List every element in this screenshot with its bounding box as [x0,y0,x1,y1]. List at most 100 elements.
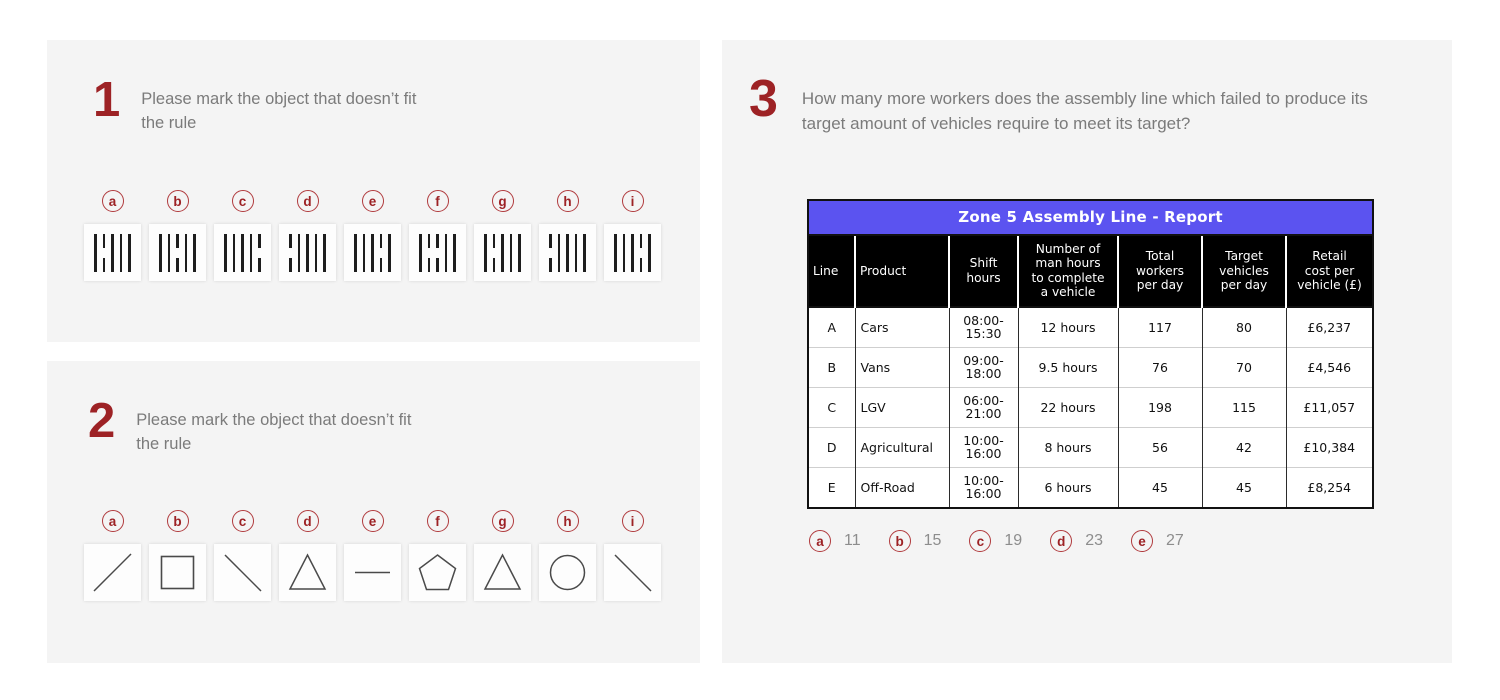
option-value-b: 15 [923,532,942,549]
option-badge-c[interactable]: c [231,510,254,532]
option-h[interactable]: h [539,190,596,281]
option-badge-c[interactable]: c [231,190,254,212]
option-c[interactable]: c 19 [969,530,1022,552]
option-badge-a[interactable]: a [101,510,124,532]
table-row: C LGV 06:00- 21:00 22 hours 198 115 £11,… [809,386,1372,428]
option-a[interactable]: a [84,190,141,281]
pentagon-icon [418,554,457,591]
cell-man-hours: 8 hours [1018,426,1119,468]
option-f[interactable]: f [409,510,466,601]
cell-target-vehicles: 42 [1202,426,1287,468]
option-badge-e[interactable]: e [1131,530,1153,552]
cell-total-workers: 76 [1118,346,1203,388]
bars-tile-f[interactable] [409,224,466,281]
bars-tile-i[interactable] [604,224,661,281]
option-badge-e[interactable]: e [361,190,384,212]
option-a[interactable]: a 11 [809,530,861,552]
option-c[interactable]: c [214,510,271,601]
shape-tile-g[interactable] [474,544,531,601]
option-b[interactable]: b 15 [888,530,942,552]
option-badge-b[interactable]: b [888,530,911,552]
bars-tile-d[interactable] [279,224,336,281]
option-badge-d[interactable]: d [296,190,319,212]
bars-tile-c[interactable] [214,224,271,281]
option-b[interactable]: b [149,190,206,281]
option-b[interactable]: b [149,510,206,601]
option-badge-e[interactable]: e [361,510,384,532]
option-badge-b[interactable]: b [166,190,189,212]
question-1-number: 1 [93,73,120,127]
option-badge-g[interactable]: g [491,510,514,532]
bar [501,233,504,272]
bars-tile-e[interactable] [344,224,401,281]
column-header-total-workers: Total workers per day [1118,235,1203,307]
bars-tile-g[interactable] [474,224,531,281]
bars-tile-a[interactable] [84,224,141,281]
shape-tile-c[interactable] [214,544,271,601]
bars-figure [409,224,466,281]
bar [249,233,253,272]
shape-tile-d[interactable] [279,544,336,601]
worksheet-page: 1 Please mark the object that doesn’t fi… [0,0,1500,700]
option-i[interactable]: i [604,510,661,601]
option-h[interactable]: h [539,510,596,601]
option-f[interactable]: f [409,190,466,281]
shape-tile-h[interactable] [539,544,596,601]
cell-target-vehicles: 115 [1202,386,1287,428]
shape-tile-f[interactable] [409,544,466,601]
option-badge-a[interactable]: a [101,190,124,212]
bars-figure [474,224,531,281]
option-e[interactable]: e [344,190,401,281]
option-badge-b[interactable]: b [166,510,189,532]
horizontal-line-icon [355,571,390,574]
column-header-man-hours: Number of man hours to complete a vehicl… [1018,235,1119,307]
bar [648,233,651,272]
option-g[interactable]: g [474,190,531,281]
shape-tile-a[interactable] [84,544,141,601]
bar [314,233,318,272]
table-row: A Cars 08:00- 15:30 12 hours 117 80 £6,2… [809,305,1372,348]
option-badge-f[interactable]: f [426,510,449,532]
option-e[interactable]: e 27 [1131,530,1184,552]
bar [444,233,448,272]
bars-figure [149,224,206,281]
option-badge-d[interactable]: d [1050,530,1073,552]
option-d[interactable]: d 23 [1050,530,1103,552]
option-e[interactable]: e [344,510,401,601]
option-badge-c[interactable]: c [969,530,992,552]
option-g[interactable]: g [474,510,531,601]
option-d[interactable]: d [279,510,336,601]
table-title: Zone 5 Assembly Line - Report [809,201,1372,236]
option-badge-a[interactable]: a [809,530,831,552]
bar-split [640,234,643,272]
cell-product: Vans [855,346,950,388]
bar [232,233,236,272]
cell-line: E [809,466,856,507]
bars-figure [604,224,661,281]
question-2-prompt: Please mark the object that doesn’t fit … [136,411,412,453]
option-badge-h[interactable]: h [556,190,579,212]
bars-tile-b[interactable] [149,224,206,281]
option-d[interactable]: d [279,190,336,281]
option-i[interactable]: i [604,190,661,281]
bar [566,233,569,272]
option-value-a: 11 [844,532,861,549]
cell-retail-cost: £10,384 [1286,426,1372,468]
bar [193,233,196,272]
bar-split [176,234,179,272]
option-a[interactable]: a [84,510,141,601]
shape-tile-b[interactable] [149,544,206,601]
option-badge-i[interactable]: i [621,190,644,212]
option-badge-g[interactable]: g [491,190,514,212]
bars-tile-h[interactable] [539,224,596,281]
option-badge-h[interactable]: h [556,510,579,532]
cell-target-vehicles: 70 [1202,346,1287,388]
cell-target-vehicles: 45 [1202,466,1287,507]
option-badge-d[interactable]: d [296,510,319,532]
option-badge-i[interactable]: i [621,510,644,532]
shape-tile-i[interactable] [604,544,661,601]
option-badge-f[interactable]: f [426,190,449,212]
cell-total-workers: 198 [1118,386,1203,428]
option-c[interactable]: c [214,190,271,281]
shape-tile-e[interactable] [344,544,401,601]
